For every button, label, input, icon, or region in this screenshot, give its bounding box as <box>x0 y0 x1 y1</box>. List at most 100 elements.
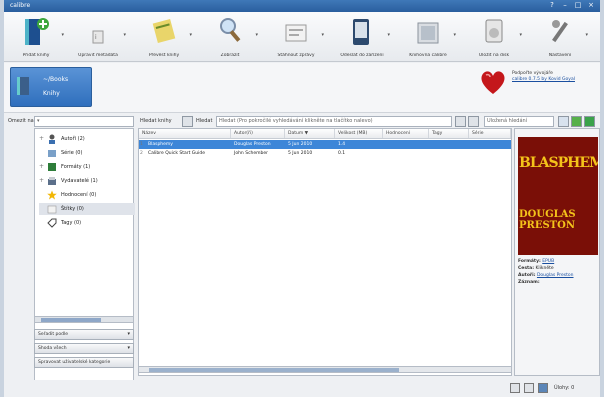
minimize-button[interactable]: – <box>560 1 570 10</box>
grid-view-icon[interactable] <box>510 383 520 393</box>
manage-categories-button[interactable]: Spravovat uživatelské kategorie <box>34 357 134 368</box>
donate-label: Podpořte vývojáře <box>512 71 553 76</box>
manage-label: Spravovat uživatelské kategorie <box>38 360 111 365</box>
restrict-label: Omezit na: <box>8 118 36 124</box>
scrollbar-thumb[interactable] <box>41 318 101 322</box>
column-size[interactable]: Velikost (MB) <box>335 129 383 138</box>
table-row[interactable]: 2 Calibre Quick Start Guide John Schembe… <box>139 149 511 158</box>
restrict-select[interactable]: ▾ <box>34 116 134 127</box>
maximize-button[interactable]: □ <box>573 1 583 10</box>
path-value: Klikněte <box>535 266 554 271</box>
chevron-down-icon: ▾ <box>127 331 130 337</box>
tag-item-news[interactable]: Štítky (0) <box>39 203 135 215</box>
library-button[interactable]: ~/Books Knihy <box>10 67 92 107</box>
formats-link[interactable]: EPUB <box>542 259 554 264</box>
view-button[interactable]: ▾ Zobrazit <box>200 12 260 62</box>
column-series[interactable]: Série <box>469 129 511 138</box>
save-search-icon[interactable] <box>584 116 595 127</box>
search-go-icon[interactable] <box>468 116 479 127</box>
column-date[interactable]: Datum ▼ <box>285 129 335 138</box>
wrench-icon <box>552 20 568 43</box>
chevron-down-icon[interactable]: ▾ <box>61 32 64 38</box>
saved-search-select-icon[interactable] <box>558 116 569 127</box>
save-disk-icon <box>485 19 503 43</box>
save-to-disk-button[interactable]: ▾ Uložit na disk <box>464 12 524 62</box>
chevron-down-icon[interactable]: ▾ <box>585 32 588 38</box>
column-tags[interactable]: Tagy <box>429 129 469 138</box>
news-icon <box>285 24 307 42</box>
chevron-down-icon[interactable]: ▾ <box>123 32 126 38</box>
jobs-status[interactable]: Úlohy: 0 <box>554 385 574 391</box>
advanced-search-icon[interactable] <box>182 116 193 127</box>
window-title: calibre <box>10 2 31 9</box>
scrollbar-thumb[interactable] <box>149 368 399 372</box>
column-author[interactable]: Autor(ři) <box>231 129 285 138</box>
calibre-library-button[interactable]: ▾ Knihovna calibre <box>398 12 458 62</box>
tag-item-publishers[interactable]: + Vydavatelé (1) <box>39 175 98 187</box>
saved-searches-select[interactable]: Uložená hledání <box>484 116 554 127</box>
expand-icon[interactable]: + <box>39 133 47 145</box>
sort-by-select[interactable]: Seřadit podle ▾ <box>34 329 134 340</box>
library-icon <box>417 22 439 44</box>
star-icon <box>47 190 57 200</box>
tag-item-series[interactable]: Série (0) <box>39 147 82 159</box>
column-rating[interactable]: Hodnocení <box>383 129 429 138</box>
tag-label: Série (0) <box>61 150 83 156</box>
meta-author: Autoři: Douglas Preston <box>518 273 574 279</box>
close-button[interactable]: × <box>586 1 596 10</box>
expand-icon[interactable]: + <box>39 161 47 173</box>
library-name: Knihy <box>43 90 60 97</box>
book-date: 5 Jun 2010 <box>288 142 313 147</box>
tag-item-formats[interactable]: + Formáty (1) <box>39 161 90 173</box>
tag-icon <box>47 218 57 228</box>
edit-metadata-button[interactable]: i ▾ Upravit metadata <box>68 12 128 62</box>
convert-books-button[interactable]: ▾ Převést knihy <box>134 12 194 62</box>
add-books-button[interactable]: ▾ Přidat knihy <box>6 12 66 62</box>
tag-item-rating[interactable]: Hodnocení (0) <box>39 189 96 201</box>
chevron-down-icon[interactable]: ▾ <box>189 32 192 38</box>
chevron-down-icon[interactable]: ▾ <box>321 32 324 38</box>
saved-searches-placeholder: Uložená hledání <box>487 118 528 124</box>
chevron-down-icon[interactable]: ▾ <box>453 32 456 38</box>
match-select[interactable]: Shoda všech ▾ <box>34 343 134 354</box>
chevron-down-icon[interactable]: ▾ <box>387 32 390 38</box>
help-icon[interactable]: ? <box>547 1 557 10</box>
meta-path: Cesta: Klikněte <box>518 266 554 272</box>
fetch-news-button[interactable]: ▾ Stáhnout zprávy <box>266 12 326 62</box>
tag-browser-scrollbar[interactable] <box>34 316 134 323</box>
publisher-icon <box>48 177 56 185</box>
donate-link[interactable]: calibre 0.7.5 by Kovid Goyal <box>512 77 575 82</box>
send-to-device-button[interactable]: ▾ Odeslat do zařízení <box>332 12 392 62</box>
toolbar-label: Knihovna calibre <box>409 53 447 58</box>
book-info-icon[interactable] <box>538 383 548 393</box>
table-row[interactable]: 1 Blasphemy Douglas Preston 5 Jun 2010 1… <box>139 140 511 149</box>
expand-icon[interactable]: + <box>39 175 47 187</box>
book-icon <box>48 163 56 171</box>
clear-search-icon[interactable] <box>455 116 466 127</box>
search-input[interactable]: Hledat (Pro pokročilé vyhledávání klikně… <box>216 116 452 127</box>
formats-label: Formáty: <box>518 259 541 264</box>
title-bar: calibre ? – □ × <box>4 0 600 12</box>
toolbar-label: Stáhnout zprávy <box>277 53 315 58</box>
author-link[interactable]: Douglas Preston <box>537 273 574 278</box>
heart-icon[interactable] <box>478 67 508 97</box>
tag-item-authors[interactable]: + Autoři (2) <box>39 133 85 145</box>
chevron-down-icon[interactable]: ▾ <box>519 32 522 38</box>
toolbar-label: Uložit na disk <box>478 53 510 58</box>
toolbar-label: Převést knihy <box>148 53 180 58</box>
column-title[interactable]: Název <box>139 129 231 138</box>
book-list-scrollbar[interactable] <box>138 366 512 373</box>
book-size: 0.1 <box>338 151 346 156</box>
book-list: Název Autor(ři) Datum ▼ Velikost (MB) Ho… <box>138 128 512 376</box>
cover-flow-icon[interactable] <box>524 383 534 393</box>
preferences-button[interactable]: ▾ Nastavení <box>530 12 590 62</box>
chevron-down-icon: ▾ <box>127 345 130 351</box>
toolbar-label: Odeslat do zařízení <box>340 53 384 58</box>
add-saved-search-icon[interactable] <box>571 116 582 127</box>
chevron-down-icon[interactable]: ▾ <box>255 32 258 38</box>
author-label: Autoři: <box>518 273 536 278</box>
library-books-icon <box>17 77 29 95</box>
book-cover[interactable]: BLASPHEMY DOUGLAS PRESTON <box>518 137 598 255</box>
tag-item-tags[interactable]: Tagy (0) <box>39 217 81 229</box>
tag-label: Tagy (0) <box>61 220 82 226</box>
